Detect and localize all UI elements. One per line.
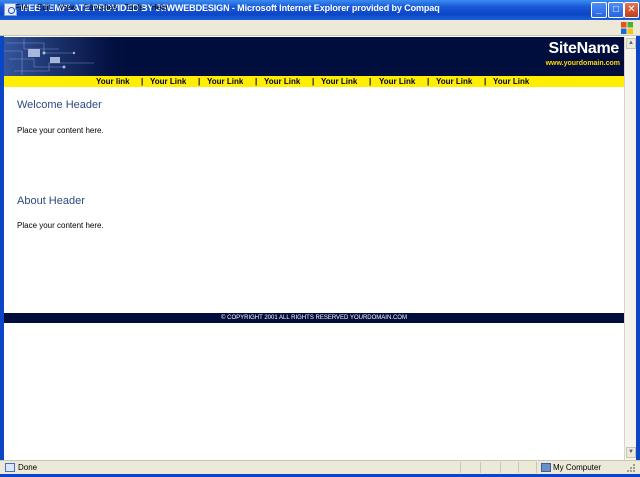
nav-separator: | bbox=[369, 77, 372, 86]
status-divider bbox=[518, 462, 519, 473]
menu-favorites[interactable]: Favorites bbox=[84, 3, 117, 12]
status-bar: Done My Computer bbox=[0, 460, 640, 474]
nav-separator: | bbox=[198, 77, 201, 86]
about-text: Place your content here. bbox=[17, 221, 104, 230]
nav-link-4[interactable]: Your Link bbox=[264, 76, 300, 87]
welcome-text: Place your content here. bbox=[17, 126, 104, 135]
status-divider bbox=[500, 462, 501, 473]
nav-separator: | bbox=[255, 77, 258, 86]
menu-view[interactable]: View bbox=[59, 3, 76, 12]
nav-separator: | bbox=[312, 77, 315, 86]
site-footer: © COPYRIGHT 2001 ALL RIGHTS RESERVED YOU… bbox=[4, 313, 624, 323]
nav-separator: | bbox=[484, 77, 487, 86]
window-title: WEB TEMPLATE PROVIDED BY JSWWEBDESIGN - … bbox=[20, 3, 440, 13]
site-name-logo[interactable]: SiteName bbox=[548, 40, 619, 58]
window-border-right bbox=[636, 36, 640, 460]
nav-link-3[interactable]: Your Link bbox=[207, 76, 243, 87]
nav-link-8[interactable]: Your Link bbox=[493, 76, 529, 87]
menu-grip-handle[interactable] bbox=[4, 3, 7, 13]
page-done-icon bbox=[5, 463, 15, 472]
status-divider bbox=[480, 462, 481, 473]
nav-separator: | bbox=[427, 77, 430, 86]
nav-separator: | bbox=[141, 77, 144, 86]
site-header-banner: SiteName www.yourdomain.com bbox=[4, 37, 624, 76]
welcome-header: Welcome Header bbox=[17, 99, 102, 111]
menu-file[interactable]: File bbox=[15, 3, 28, 12]
close-button[interactable]: ✕ bbox=[624, 2, 639, 18]
menu-help[interactable]: Help bbox=[151, 3, 167, 12]
circuit-board-image bbox=[4, 37, 134, 76]
windows-logo-icon bbox=[621, 22, 633, 34]
minimize-button[interactable]: _ bbox=[591, 2, 607, 18]
site-url: www.yourdomain.com bbox=[545, 60, 620, 67]
window-border-left bbox=[0, 36, 4, 460]
scroll-down-arrow-icon[interactable]: ▼ bbox=[626, 447, 636, 458]
nav-link-2[interactable]: Your Link bbox=[150, 76, 186, 87]
menu-edit[interactable]: Edit bbox=[37, 3, 51, 12]
resize-grip-icon[interactable] bbox=[626, 463, 636, 473]
status-divider bbox=[460, 462, 461, 473]
nav-link-5[interactable]: Your Link bbox=[321, 76, 357, 87]
menu-bar bbox=[0, 20, 640, 36]
nav-link-1[interactable]: Your link bbox=[96, 76, 130, 87]
about-header: About Header bbox=[17, 195, 85, 207]
security-zone-text: My Computer bbox=[553, 463, 602, 472]
maximize-button[interactable]: □ bbox=[608, 2, 624, 18]
my-computer-icon bbox=[541, 463, 551, 472]
status-divider bbox=[536, 462, 537, 473]
copyright-text: © COPYRIGHT 2001 ALL RIGHTS RESERVED YOU… bbox=[221, 315, 407, 321]
nav-link-6[interactable]: Your Link bbox=[379, 76, 415, 87]
nav-link-7[interactable]: Your Link bbox=[436, 76, 472, 87]
status-text: Done bbox=[18, 463, 38, 472]
scroll-up-arrow-icon[interactable]: ▲ bbox=[626, 38, 636, 49]
menu-tools[interactable]: Tools bbox=[125, 3, 144, 12]
vertical-scrollbar[interactable]: ▲ ▼ bbox=[624, 37, 636, 460]
nav-bar: Your link | Your Link | Your Link | Your… bbox=[4, 76, 624, 87]
